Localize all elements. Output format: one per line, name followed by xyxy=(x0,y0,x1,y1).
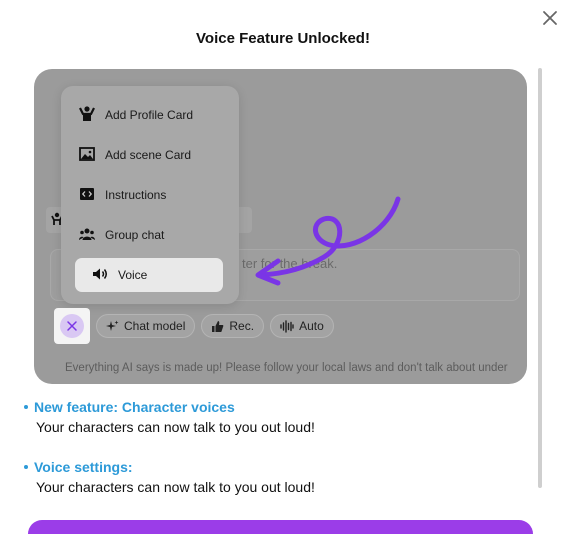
feature-title: Voice settings: xyxy=(34,459,133,475)
input-placeholder-fragment: ter for the break. xyxy=(242,256,338,271)
menu-item-add-scene-card: Add scene Card xyxy=(75,138,223,172)
scrollbar[interactable] xyxy=(538,68,542,488)
chat-toolbar: Chat model Rec. Auto xyxy=(54,308,334,344)
speaker-icon xyxy=(91,265,109,286)
disclaimer-text: Everything AI says is made up! Please fo… xyxy=(65,362,508,374)
waveform-icon xyxy=(280,319,294,333)
dialog-title: Voice Feature Unlocked! xyxy=(196,30,370,47)
feature-item-voice-settings: Voice settings: Your characters can now … xyxy=(24,459,315,495)
menu-item-voice: Voice xyxy=(75,258,223,292)
voice-feature-dialog: Voice Feature Unlocked! ter for the brea… xyxy=(0,0,572,534)
primary-action-button[interactable] xyxy=(28,520,533,534)
feature-title: New feature: Character voices xyxy=(34,399,235,415)
auto-pill: Auto xyxy=(270,314,334,338)
close-icon xyxy=(67,321,77,331)
feature-item-character-voices: New feature: Character voices Your chara… xyxy=(24,399,315,435)
feature-description: Your characters can now talk to you out … xyxy=(36,419,315,435)
rec-pill: Rec. xyxy=(201,314,265,338)
feature-description: Your characters can now talk to you out … xyxy=(36,479,315,495)
plus-menu: Add Profile Card Add scene Card Instruct… xyxy=(61,86,239,304)
close-icon[interactable] xyxy=(540,8,560,28)
chat-model-pill: Chat model xyxy=(96,314,196,338)
feature-preview-image: ter for the break. Add Profile Card Add … xyxy=(34,69,527,384)
group-icon xyxy=(78,225,96,246)
sparkle-icon xyxy=(106,320,119,331)
image-icon xyxy=(78,145,96,166)
close-menu-button xyxy=(54,308,90,344)
menu-item-group-chat: Group chat xyxy=(75,218,223,252)
menu-item-instructions: Instructions xyxy=(75,178,223,212)
menu-item-add-profile-card: Add Profile Card xyxy=(75,98,223,132)
code-icon xyxy=(78,185,96,206)
person-raised-icon xyxy=(78,105,96,126)
thumbs-up-icon xyxy=(212,320,224,332)
